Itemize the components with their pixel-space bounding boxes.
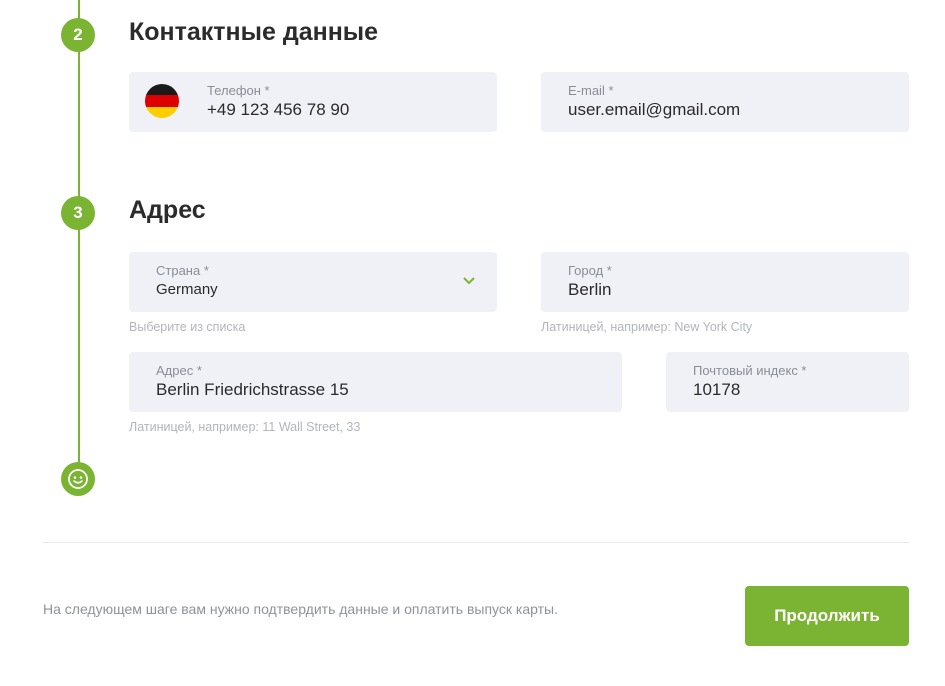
zip-code-field[interactable]: Почтовый индекс * 10178: [666, 352, 909, 412]
street-address-value[interactable]: Berlin Friedrichstrasse 15: [156, 380, 349, 400]
city-label: Город *: [568, 263, 612, 278]
phone-field[interactable]: Телефон * +49 123 456 78 90: [129, 72, 497, 132]
step-number-badge: 2: [61, 18, 95, 52]
continue-button[interactable]: Продолжить: [745, 586, 909, 646]
footer-note: На следующем шаге вам нужно подтвердить …: [43, 601, 558, 617]
street-address-label: Адрес *: [156, 363, 202, 378]
country-label: Страна *: [156, 263, 209, 278]
city-value[interactable]: Berlin: [568, 280, 611, 300]
zip-code-label: Почтовый индекс *: [693, 363, 807, 378]
country-hint: Выберите из списка: [129, 320, 246, 334]
city-field[interactable]: Город * Berlin: [541, 252, 909, 312]
country-select[interactable]: Страна * Germany: [129, 252, 497, 312]
progress-line: [78, 0, 80, 480]
chevron-down-icon[interactable]: [461, 273, 477, 289]
street-address-field[interactable]: Адрес * Berlin Friedrichstrasse 15: [129, 352, 622, 412]
email-value[interactable]: user.email@gmail.com: [568, 100, 740, 120]
street-address-hint: Латиницей, например: 11 Wall Street, 33: [129, 420, 361, 434]
step-number-badge: 3: [61, 196, 95, 230]
footer-divider: [43, 542, 909, 543]
section-title-address: Адрес: [129, 196, 206, 224]
email-field[interactable]: E-mail * user.email@gmail.com: [541, 72, 909, 132]
city-hint: Латиницей, например: New York City: [541, 320, 753, 334]
zip-code-value[interactable]: 10178: [693, 380, 740, 400]
phone-value[interactable]: +49 123 456 78 90: [207, 100, 349, 120]
smiley-face-icon: [61, 462, 95, 496]
germany-flag-icon[interactable]: [145, 84, 179, 118]
country-value[interactable]: Germany: [156, 281, 218, 298]
phone-label: Телефон *: [207, 83, 270, 98]
section-title-contact: Контактные данные: [129, 18, 379, 46]
email-label: E-mail *: [568, 83, 614, 98]
